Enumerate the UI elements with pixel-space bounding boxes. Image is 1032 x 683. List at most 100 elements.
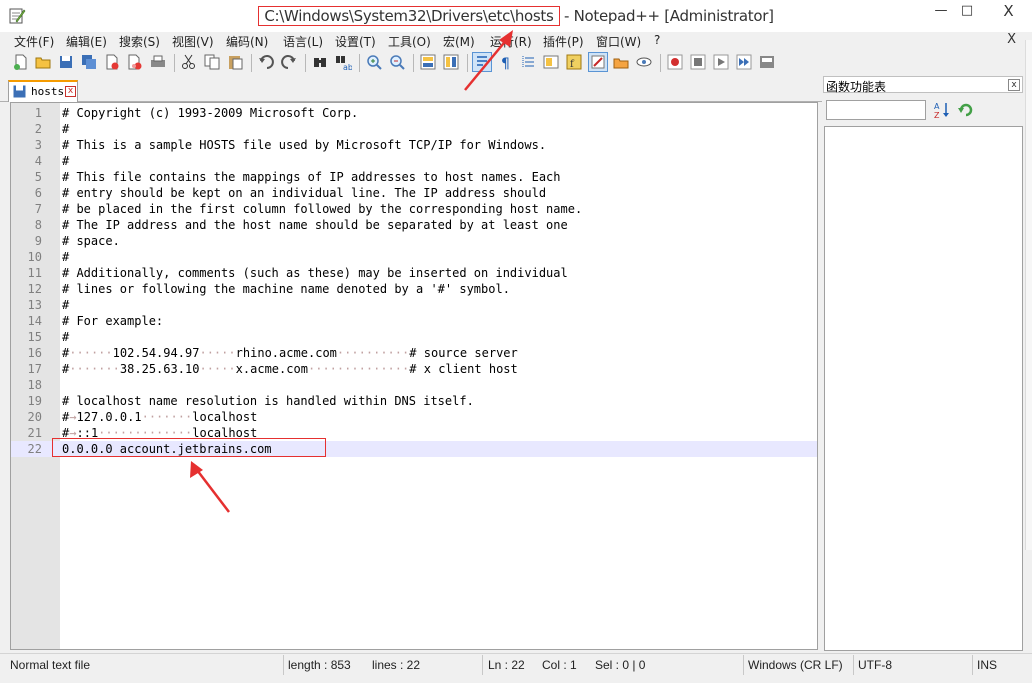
code-line[interactable]: 14 # For example: (11, 313, 817, 329)
code-line[interactable]: 17 #·······38.25.63.10·····x.acme.com····… (11, 361, 817, 377)
code-line[interactable]: 18 (11, 377, 817, 393)
eye-icon[interactable] (635, 53, 653, 71)
play-multiple-icon[interactable] (735, 53, 753, 71)
panel-close-button[interactable]: x (1008, 79, 1020, 91)
doc-map-icon[interactable] (542, 53, 560, 71)
line-number: 3 (34, 138, 42, 152)
code-line[interactable]: 21 #→::1·············localhost (11, 425, 817, 441)
status-bar: Normal text file length : 853 lines : 22… (0, 653, 1032, 683)
line-text: # For example: (62, 314, 164, 328)
line-text: #→::1·············localhost (62, 426, 258, 440)
code-line[interactable]: 11 # Additionally, comments (such as thes… (11, 265, 817, 281)
close-document-button[interactable]: X (1007, 32, 1016, 47)
save-macro-icon[interactable] (758, 53, 776, 71)
code-line[interactable]: 4 # (11, 153, 817, 169)
menu-run[interactable]: 运行(R) (490, 33, 532, 50)
code-line[interactable]: 7 # be placed in the first column followe… (11, 201, 817, 217)
zoom-in-icon[interactable] (365, 53, 383, 71)
word-wrap-icon[interactable] (472, 52, 492, 72)
sort-az-icon[interactable]: A Z (933, 100, 951, 120)
title-app-name: - Notepad++ [Administrator] (559, 7, 774, 25)
whitespace-marker: · (105, 346, 113, 360)
menu-file[interactable]: 文件(F) (14, 33, 54, 50)
code-line[interactable]: 2 # (11, 121, 817, 137)
function-search-input[interactable] (826, 100, 926, 120)
show-all-chars-icon[interactable]: ¶ (496, 53, 514, 71)
whitespace-marker: · (177, 410, 185, 424)
menu-encoding[interactable]: 编码(N) (226, 33, 268, 50)
replace-icon[interactable]: ab (334, 53, 352, 71)
code-line[interactable]: 8 # The IP address and the host name shou… (11, 217, 817, 233)
code-line[interactable]: 6 # entry should be kept on an individual… (11, 185, 817, 201)
zoom-out-icon[interactable] (388, 53, 406, 71)
tab-hosts[interactable]: hosts x (8, 80, 78, 102)
menu-macro[interactable]: 宏(M) (443, 33, 475, 50)
maximize-button[interactable]: □ (951, 0, 983, 24)
saved-file-icon (13, 85, 26, 98)
menu-language[interactable]: 语言(L) (283, 33, 323, 50)
sync-vertical-icon[interactable] (419, 53, 437, 71)
whitespace-marker: · (141, 426, 149, 440)
monitoring-icon[interactable] (612, 53, 630, 71)
print-icon[interactable] (149, 53, 167, 71)
tab-close-button[interactable]: x (65, 86, 76, 97)
panel-header: 函数功能表 x (823, 76, 1023, 94)
line-text: # (62, 154, 70, 168)
menu-search[interactable]: 搜索(S) (119, 33, 160, 50)
record-macro-icon[interactable] (666, 53, 684, 71)
code-line[interactable]: 12 # lines or following the machine name … (11, 281, 817, 297)
menu-plugins[interactable]: 插件(P) (543, 33, 584, 50)
menu-help[interactable]: ? (654, 33, 660, 47)
line-text: # localhost name resolution is handled w… (62, 394, 474, 408)
whitespace-marker: · (141, 410, 149, 424)
paste-icon[interactable] (226, 53, 244, 71)
reload-icon[interactable] (957, 100, 975, 120)
line-text: # Copyright (c) 1993-2009 Microsoft Corp… (62, 106, 359, 120)
function-list-icon[interactable]: f (565, 53, 583, 71)
cut-icon[interactable] (180, 53, 198, 71)
code-line[interactable]: 20 #→127.0.0.1·······localhost (11, 409, 817, 425)
code-line[interactable]: 13 # (11, 297, 817, 313)
whitespace-marker: · (83, 346, 91, 360)
folder-as-workspace-icon[interactable] (588, 52, 608, 72)
close-all-icon[interactable] (126, 53, 144, 71)
code-line[interactable]: 3 # This is a sample HOSTS file used by M… (11, 137, 817, 153)
redo-icon[interactable] (280, 53, 298, 71)
code-line[interactable]: 5 # This file contains the mappings of IP… (11, 169, 817, 185)
code-line[interactable]: 22 0.0.0.0 account.jetbrains.com (11, 441, 817, 457)
code-line[interactable]: 15 # (11, 329, 817, 345)
save-icon[interactable] (57, 53, 75, 71)
play-macro-icon[interactable] (712, 53, 730, 71)
new-file-icon[interactable] (12, 53, 30, 71)
undo-icon[interactable] (257, 53, 275, 71)
whitespace-marker: · (358, 362, 366, 376)
close-window-button[interactable]: X (985, 0, 1032, 24)
save-all-icon[interactable] (80, 53, 98, 71)
close-icon[interactable] (103, 53, 121, 71)
code-line[interactable]: 16 #······102.54.94.97·····rhino.acme.com… (11, 345, 817, 361)
code-line[interactable]: 9 # space. (11, 233, 817, 249)
indent-guide-icon[interactable] (519, 53, 537, 71)
line-text: # (62, 330, 70, 344)
code-line[interactable]: 19 # localhost name resolution is handled… (11, 393, 817, 409)
menu-settings[interactable]: 设置(T) (335, 33, 376, 50)
function-list[interactable] (824, 126, 1023, 651)
menu-tools[interactable]: 工具(O) (388, 33, 431, 50)
menu-view[interactable]: 视图(V) (172, 33, 214, 50)
sync-horizontal-icon[interactable] (442, 53, 460, 71)
menu-bar: 文件(F) 编辑(E) 搜索(S) 视图(V) 编码(N) 语言(L) 设置(T… (0, 32, 1032, 50)
svg-text:ab: ab (343, 63, 352, 71)
whitespace-marker: · (148, 410, 157, 424)
whitespace-marker: · (394, 346, 403, 360)
open-file-icon[interactable] (34, 53, 52, 71)
toolbar-separator (660, 54, 661, 72)
code-line[interactable]: 10 # (11, 249, 817, 265)
editor[interactable]: 1 # Copyright (c) 1993-2009 Microsoft Cor… (10, 102, 818, 650)
copy-icon[interactable] (203, 53, 221, 71)
menu-edit[interactable]: 编辑(E) (66, 33, 107, 50)
menu-window[interactable]: 窗口(W) (596, 33, 641, 50)
code-line[interactable]: 1 # Copyright (c) 1993-2009 Microsoft Cor… (11, 105, 817, 121)
line-number: 19 (27, 394, 42, 408)
find-icon[interactable] (311, 53, 329, 71)
stop-macro-icon[interactable] (689, 53, 707, 71)
